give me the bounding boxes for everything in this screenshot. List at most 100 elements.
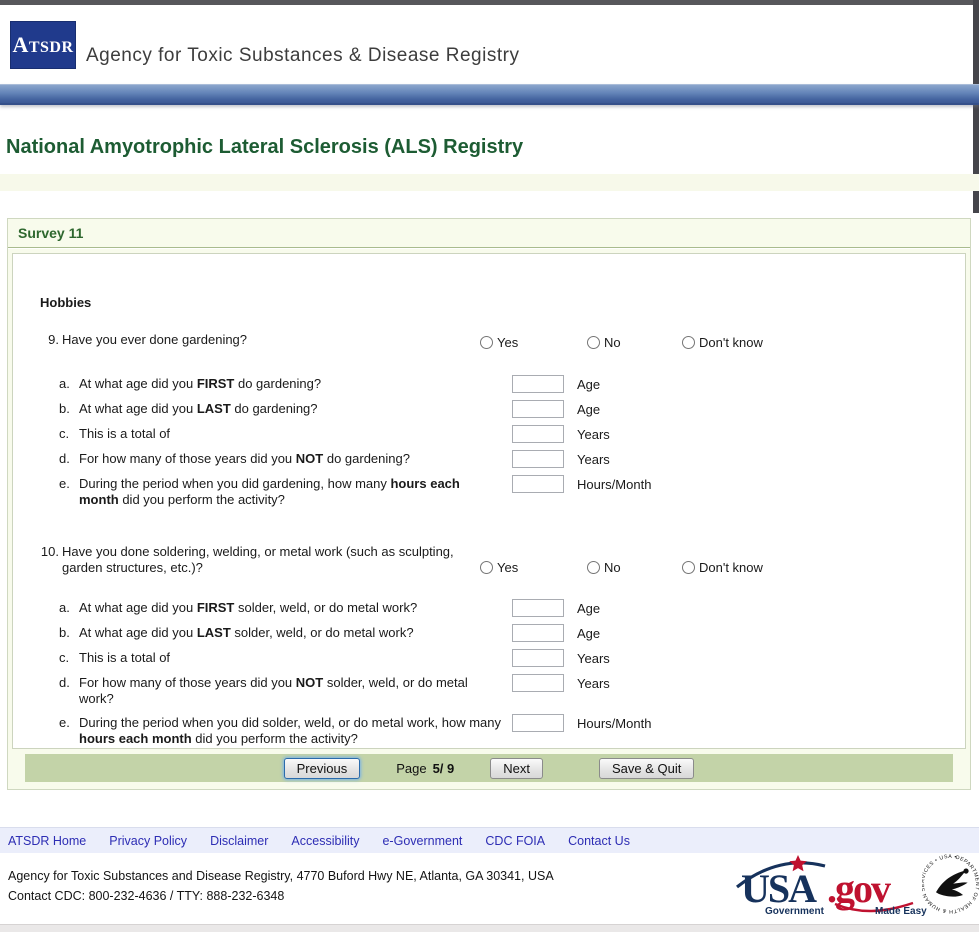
footer-link-disclaimer[interactable]: Disclaimer [210,834,268,848]
radio-label: No [604,335,621,350]
radio-input-no[interactable] [587,336,600,349]
sub-question-letter: a. [59,600,70,615]
footer-links-bar: ATSDR Home Privacy Policy Disclaimer Access… [0,827,979,853]
sub-question-row: d. For how many of those years did you N… [13,675,965,707]
radio-option-no[interactable]: No [587,335,682,350]
usagov-usa-text: USA [741,866,817,911]
page-title: National Amyotrophic Lateral Sclerosis (… [6,136,523,159]
sub-question-row: c. This is a total of Years [13,650,965,667]
sub-question-letter: a. [59,376,70,391]
next-button[interactable]: Next [490,758,543,779]
sub-question-text: For how many of those years did you NOT … [79,451,501,467]
footer-address: Agency for Toxic Substances and Disease … [8,866,554,906]
footer-link-e-government[interactable]: e-Government [382,834,462,848]
sub-question-row: e. During the period when you did solder… [13,715,965,747]
unit-label: Years [577,427,610,442]
question-block: 9. Have you ever done gardening? Yes No Do… [13,332,965,508]
footer-link-atsdr-home[interactable]: ATSDR Home [8,834,86,848]
question-text: Have you done soldering, welding, or met… [62,544,482,576]
answer-input[interactable] [512,624,564,642]
radio-option-yes[interactable]: Yes [480,560,587,575]
radio-option-don-t-know[interactable]: Don't know [682,335,763,350]
unit-label: Hours/Month [577,477,651,492]
page-value: 5/ 9 [433,761,455,776]
atsdr-logo-text: ATSDR [12,32,73,58]
radio-label: Don't know [699,335,763,350]
radio-label: Yes [497,335,518,350]
primary-nav-bar [0,84,979,105]
sub-question-letter: d. [59,451,70,466]
survey-panel-title: Survey 11 [8,219,970,248]
page-label: Page [396,761,426,776]
question-radio-group: Yes No Don't know [480,560,763,575]
previous-button[interactable]: Previous [284,758,361,779]
agency-name: Agency for Toxic Substances & Disease Re… [86,45,519,67]
usagov-tagline-right: Made Easy [875,906,927,917]
radio-label: Yes [497,560,518,575]
bottom-strip [0,924,979,932]
answer-input[interactable] [512,450,564,468]
sub-question-text: At what age did you LAST solder, weld, o… [79,625,501,641]
footer-link-contact-us[interactable]: Contact Us [568,834,630,848]
sub-question-text: For how many of those years did you NOT … [79,675,501,707]
sub-question-row: d. For how many of those years did you N… [13,451,965,468]
sub-question-text: At what age did you FIRST do gardening? [79,376,501,392]
save-quit-button[interactable]: Save & Quit [599,758,694,779]
footer-link-cdc-foia[interactable]: CDC FOIA [485,834,545,848]
survey-content: Hobbies 9. Have you ever done gardening?… [12,253,966,749]
footer-link-accessibility[interactable]: Accessibility [291,834,359,848]
sub-question-row: e. During the period when you did garden… [13,476,965,508]
usagov-tagline-left: Government [765,906,825,917]
hhs-seal-icon[interactable]: DEPARTMENT OF HEALTH & HUMAN SERVICES • … [922,851,979,917]
contact-line: Contact CDC: 800-232-4636 / TTY: 888-232… [8,886,554,906]
radio-label: No [604,560,621,575]
footer-link-privacy-policy[interactable]: Privacy Policy [109,834,187,848]
sub-question-text: This is a total of [79,426,501,442]
answer-input[interactable] [512,599,564,617]
sub-question-letter: d. [59,675,70,690]
answer-input[interactable] [512,375,564,393]
unit-label: Hours/Month [577,716,651,731]
sub-question-row: a. At what age did you FIRST do gardenin… [13,376,965,393]
site-header: ATSDR Agency for Toxic Substances & Dise… [0,5,973,84]
radio-option-yes[interactable]: Yes [480,335,587,350]
usagov-logo[interactable]: USA .gov Government Made Easy [735,853,930,917]
page: ATSDR Agency for Toxic Substances & Dise… [0,0,979,932]
sub-question-letter: e. [59,476,70,491]
sub-question-letter: c. [59,426,69,441]
sub-question-text: During the period when you did gardening… [79,476,501,508]
answer-input[interactable] [512,649,564,667]
answer-input[interactable] [512,475,564,493]
sub-question-row: a. At what age did you FIRST solder, wel… [13,600,965,617]
answer-input[interactable] [512,674,564,692]
radio-option-don-t-know[interactable]: Don't know [682,560,763,575]
sub-question-text: At what age did you LAST do gardening? [79,401,501,417]
questions: 9. Have you ever done gardening? Yes No Do… [13,332,965,755]
title-band [0,174,979,191]
radio-input-yes[interactable] [480,336,493,349]
unit-label: Years [577,676,610,691]
sub-question-letter: b. [59,401,70,416]
sub-question-letter: b. [59,625,70,640]
unit-label: Age [577,601,600,616]
radio-input-don-t-know[interactable] [682,561,695,574]
answer-input[interactable] [512,400,564,418]
radio-input-yes[interactable] [480,561,493,574]
radio-input-don-t-know[interactable] [682,336,695,349]
answer-input[interactable] [512,425,564,443]
sub-question-row: b. At what age did you LAST do gardening… [13,401,965,418]
question-text: Have you ever done gardening? [62,332,482,348]
question-number: 9. [37,332,59,347]
question-block: 10. Have you done soldering, welding, or… [13,544,965,747]
radio-input-no[interactable] [587,561,600,574]
sub-question-row: c. This is a total of Years [13,426,965,443]
answer-input[interactable] [512,714,564,732]
sub-question-text: This is a total of [79,650,501,666]
sub-question-text: During the period when you did solder, w… [79,715,501,747]
survey-nav-bar: Previous Page 5/ 9 Next Save & Quit [25,754,953,782]
sub-question-letter: e. [59,715,70,730]
unit-label: Age [577,626,600,641]
radio-option-no[interactable]: No [587,560,682,575]
sub-question-row: b. At what age did you LAST solder, weld… [13,625,965,642]
sub-questions: a. At what age did you FIRST solder, wel… [13,600,965,747]
